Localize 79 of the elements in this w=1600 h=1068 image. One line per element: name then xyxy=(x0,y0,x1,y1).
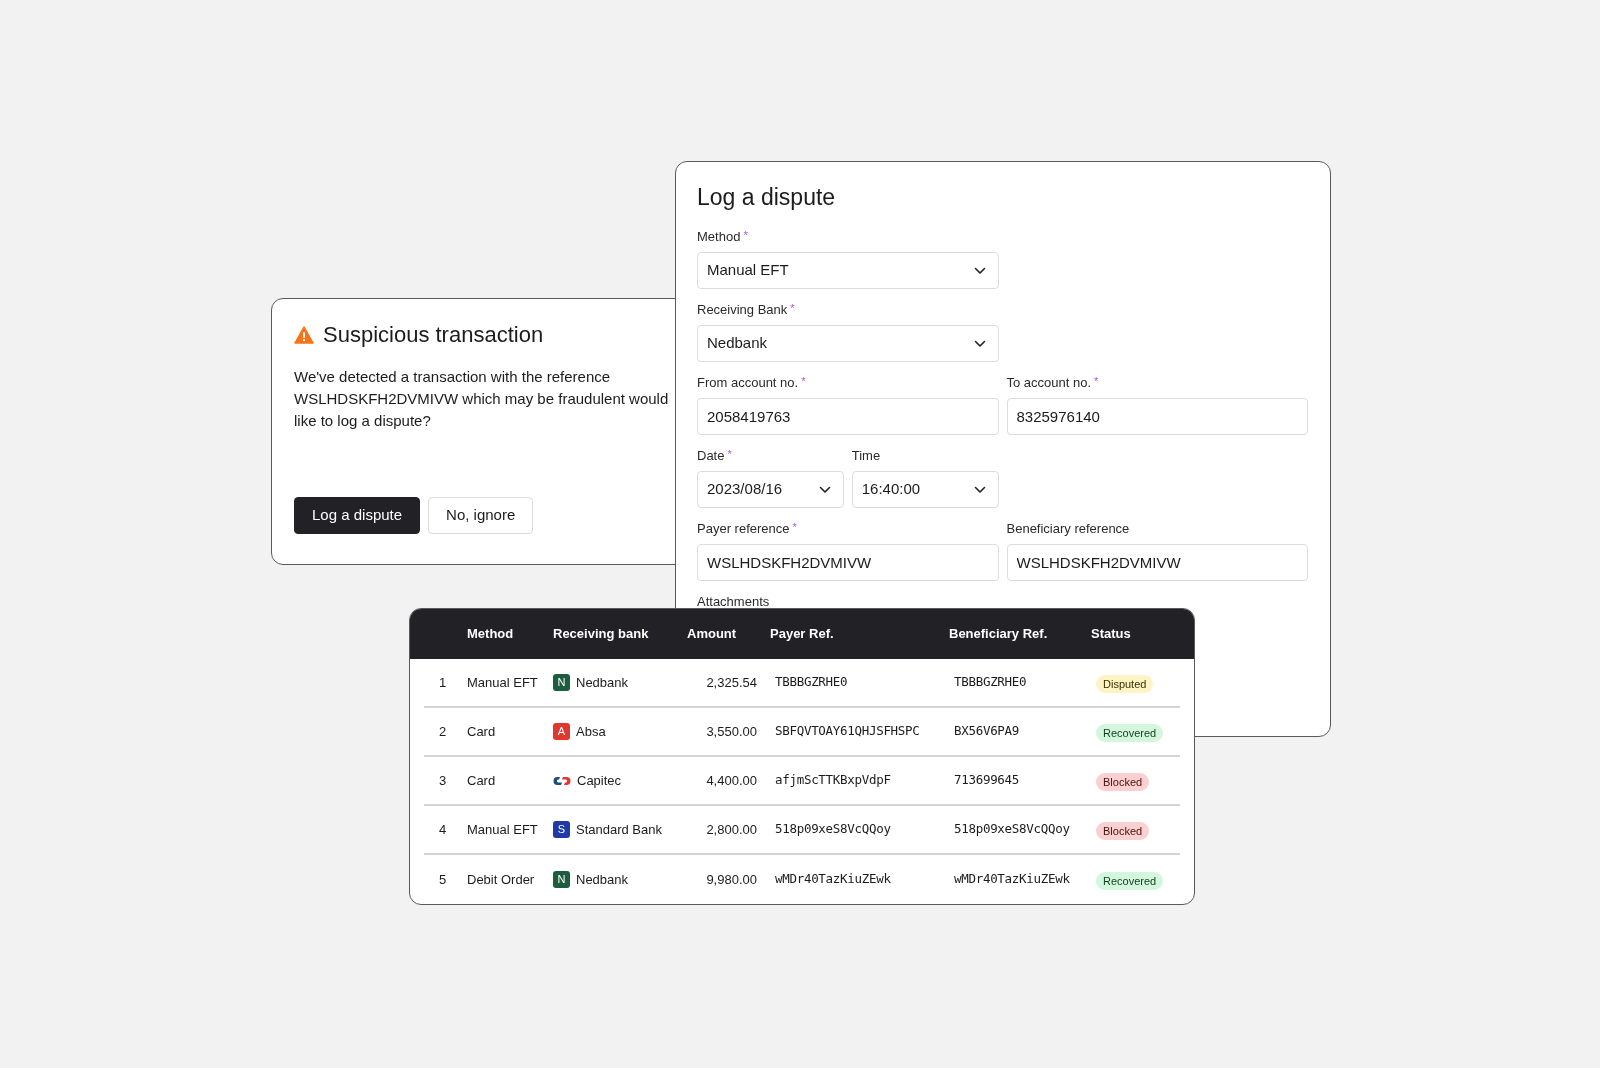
table-cell-text: 518p09xeS8VcQQoy xyxy=(953,820,1071,839)
log-dispute-button[interactable]: Log a dispute xyxy=(294,497,421,534)
field-label: Payer reference xyxy=(697,520,790,538)
field-label: Method xyxy=(697,228,741,246)
alert-message: We've detected a transaction with the reference WSLHDSKFH2DVMIVW which may be fraudulent would like to log a dispute? xyxy=(294,367,669,431)
bank-logo-icon xyxy=(553,775,571,786)
select-field[interactable]: 2023/08/16 xyxy=(697,471,844,508)
warning-icon xyxy=(294,326,314,344)
bank-logo-icon: A xyxy=(553,723,570,740)
column-header: Receiving bank xyxy=(553,625,650,644)
table-cell-text: Manual EFT xyxy=(467,673,539,692)
amount-cell-text: 2,800.00 xyxy=(705,820,758,839)
form-title: Log a dispute xyxy=(697,183,837,212)
row-number: 2 xyxy=(438,722,448,741)
select-field[interactable]: Nedbank xyxy=(697,325,999,362)
input-field[interactable]: WSLHDSKFH2DVMIVW xyxy=(1006,544,1308,581)
status-badge: Recovered xyxy=(1096,723,1164,742)
field-label: Attachments xyxy=(697,593,771,611)
field-label: Date xyxy=(697,447,725,465)
table-cell-text: Manual EFT xyxy=(467,820,539,839)
status-badge: Blocked xyxy=(1096,772,1150,791)
bank-name: Absa xyxy=(576,722,606,741)
bank-name: Standard Bank xyxy=(576,820,662,839)
select-field[interactable]: Manual EFT xyxy=(697,252,999,289)
row-number: 5 xyxy=(438,870,448,889)
row-number: 4 xyxy=(438,820,448,839)
table-cell-text: TBBBGZRHE0 xyxy=(953,673,1028,692)
bank-logo-icon: N xyxy=(553,871,570,888)
ignore-button[interactable]: No, ignore xyxy=(428,497,534,534)
row-number: 1 xyxy=(438,673,448,692)
select-field[interactable]: 16:40:00 xyxy=(851,471,999,508)
bank-logo-icon: N xyxy=(553,674,570,691)
row-number: 3 xyxy=(438,771,448,790)
chevron-down-icon xyxy=(818,485,831,494)
required-mark: * xyxy=(1094,374,1099,388)
column-header: Amount xyxy=(686,625,738,644)
status-badge: Disputed xyxy=(1096,674,1154,693)
status-badge: Blocked xyxy=(1096,821,1150,840)
bank-name: Capitec xyxy=(577,771,622,790)
bank-logo-icon: S xyxy=(553,821,570,838)
column-header: Status xyxy=(1091,625,1132,644)
field-label: From account no. xyxy=(697,374,799,392)
required-mark: * xyxy=(801,374,806,388)
table-cell-text: Card xyxy=(467,722,497,741)
amount-cell-text: 9,980.00 xyxy=(705,870,758,889)
table-cell-text: SBFQVTOAY61QHJSFHSPC xyxy=(774,722,921,741)
table-cell-text: wMDr40TazKiuZEwk xyxy=(953,870,1071,889)
required-mark: * xyxy=(743,228,748,242)
input-field[interactable]: WSLHDSKFH2DVMIVW xyxy=(697,544,999,581)
bank-name: Nedbank xyxy=(576,673,629,692)
table-cell-text: TBBBGZRHE0 xyxy=(774,673,849,692)
table-cell-text: afjmScTTKBxpVdpF xyxy=(774,771,892,790)
required-mark: * xyxy=(790,301,795,315)
field-label: Receiving Bank xyxy=(697,301,788,319)
alert-title: Suspicious transaction xyxy=(323,321,544,349)
input-field[interactable]: 2058419763 xyxy=(697,398,999,435)
table-cell-text: Card xyxy=(467,771,497,790)
field-label: Beneficiary reference xyxy=(1006,520,1130,538)
amount-cell-text: 3,550.00 xyxy=(705,722,758,741)
field-label: Time xyxy=(851,447,881,465)
table-cell-text: BX56V6PA9 xyxy=(953,722,1021,741)
table-cell-text: Debit Order xyxy=(467,870,536,889)
amount-cell-text: 2,325.54 xyxy=(705,673,758,692)
column-header: Beneficiary Ref. xyxy=(949,625,1049,644)
chevron-down-icon xyxy=(973,266,986,275)
table-cell-text: 518p09xeS8VcQQoy xyxy=(774,820,892,839)
chevron-down-icon xyxy=(973,485,986,494)
field-label: To account no. xyxy=(1006,374,1092,392)
required-mark: * xyxy=(792,520,797,534)
chevron-down-icon xyxy=(973,339,986,348)
required-mark: * xyxy=(727,447,732,461)
column-header: Payer Ref. xyxy=(770,625,835,644)
bank-name: Nedbank xyxy=(576,870,629,889)
status-badge: Recovered xyxy=(1096,871,1164,890)
table-cell-text: wMDr40TazKiuZEwk xyxy=(774,870,892,889)
input-field[interactable]: 8325976140 xyxy=(1006,398,1308,435)
amount-cell-text: 4,400.00 xyxy=(705,771,758,790)
table-cell-text: 713699645 xyxy=(953,771,1021,790)
column-header: Method xyxy=(467,625,515,644)
